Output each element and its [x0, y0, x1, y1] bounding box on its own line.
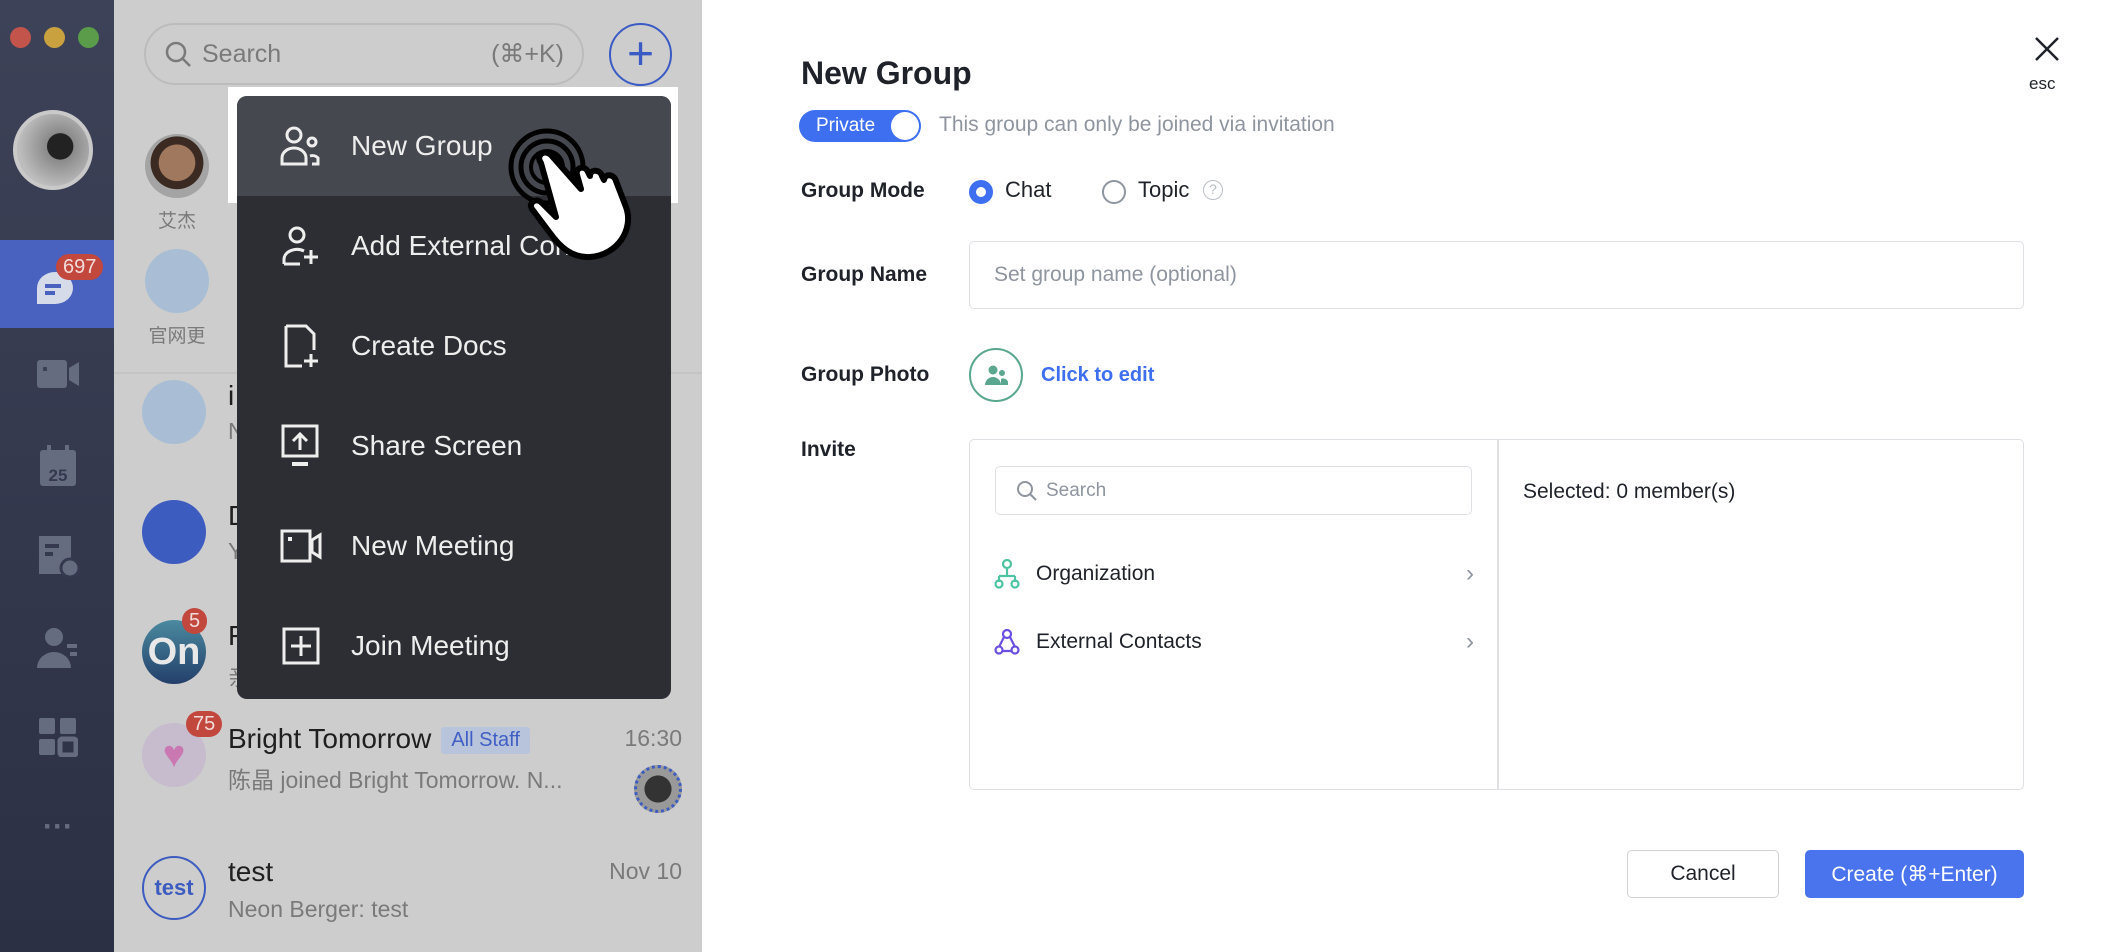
- hand-cursor-icon: [508, 128, 632, 260]
- category-organization[interactable]: Organization ›: [992, 554, 1474, 594]
- video-icon: [277, 522, 325, 570]
- search-input[interactable]: Search (⌘+K): [144, 23, 584, 85]
- unread-badge: 75: [186, 711, 223, 737]
- org-icon: [992, 559, 1022, 589]
- sidebar-item-calendar[interactable]: 25: [30, 444, 86, 488]
- category-label: External Contacts: [1036, 630, 1202, 653]
- contacts-icon: [37, 628, 77, 668]
- chat-preview: Neon Berger: test: [228, 896, 409, 922]
- menu-item-label: Join Meeting: [351, 630, 510, 661]
- add-contact-icon: [277, 222, 325, 270]
- chat-time: Nov 10: [609, 858, 682, 884]
- pinned-chat[interactable]: 官网更: [145, 249, 209, 348]
- group-icon: [277, 122, 325, 170]
- chevron-right-icon: ›: [1466, 628, 1474, 655]
- group-name-input[interactable]: [969, 241, 2024, 309]
- menu-item-label: New Group: [351, 130, 493, 161]
- chat-tag: All Staff: [441, 727, 530, 755]
- more-icon[interactable]: ···: [30, 805, 86, 849]
- apps-icon: [39, 718, 78, 757]
- avatar: [142, 380, 206, 444]
- join-meeting-icon: [277, 622, 325, 670]
- chat-title: test: [228, 856, 274, 887]
- invite-panel: Search Organization › External Contacts › …: [969, 439, 2024, 790]
- divider: [1497, 440, 1499, 789]
- video-icon: [37, 360, 79, 388]
- sidebar-item-contacts[interactable]: [30, 626, 86, 670]
- member-avatar: [634, 765, 682, 813]
- group-mode-label: Group Mode: [801, 179, 925, 202]
- chat-row[interactable]: ♥ 75 Bright Tomorrow All Staff 陈晶 joined Bri…: [142, 711, 682, 813]
- dialog-title: New Group: [801, 55, 972, 91]
- category-label: Organization: [1036, 562, 1156, 585]
- option-topic-label: Topic: [1138, 177, 1190, 202]
- chat-row[interactable]: test test Neon Berger: test Nov 10: [142, 856, 682, 950]
- group-name-label: Group Name: [801, 263, 928, 286]
- pinned-chat-name: 艾杰: [157, 211, 196, 232]
- menu-item-create-docs[interactable]: Create Docs: [237, 296, 671, 396]
- radio-topic[interactable]: [1102, 180, 1126, 204]
- close-window-button[interactable]: [10, 27, 31, 48]
- esc-hint: esc: [2029, 74, 2056, 93]
- menu-item-new-meeting[interactable]: New Meeting: [237, 496, 671, 596]
- avatar: [142, 500, 206, 564]
- search-placeholder: Search: [1046, 479, 1107, 501]
- search-shortcut: (⌘+K): [491, 40, 564, 68]
- selected-count: Selected: 0 member(s): [1523, 480, 1736, 503]
- sidebar-item-video[interactable]: [30, 352, 86, 396]
- external-contacts-icon: [992, 628, 1022, 656]
- chevron-right-icon: ›: [1466, 560, 1474, 587]
- group-icon: [985, 365, 1008, 385]
- minimize-window-button[interactable]: [44, 27, 65, 48]
- avatar: [145, 134, 209, 198]
- calendar-icon: 25: [40, 445, 76, 486]
- search-icon: [1017, 480, 1037, 501]
- chat-title: i: [228, 380, 235, 411]
- create-button[interactable]: Create (⌘+Enter): [1805, 850, 2024, 898]
- pinned-chat-name: 官网更: [148, 326, 206, 347]
- new-group-dialog: New Group esc Private This group can onl…: [702, 0, 2114, 952]
- sidebar: 697 25 ···: [0, 0, 114, 952]
- plus-button[interactable]: +: [609, 23, 672, 86]
- maximize-window-button[interactable]: [78, 27, 99, 48]
- avatar: test: [142, 856, 206, 920]
- option-chat-label: Chat: [1005, 177, 1052, 202]
- invite-search-input[interactable]: Search: [995, 466, 1472, 515]
- sidebar-item-docs[interactable]: [30, 534, 86, 578]
- svg-text:25: 25: [49, 466, 68, 485]
- share-screen-icon: [277, 422, 325, 470]
- toggle-label: Private: [816, 115, 876, 136]
- docs-icon: [39, 536, 80, 578]
- toggle-knob: [891, 112, 919, 140]
- chat-time: 16:30: [624, 725, 682, 751]
- create-doc-icon: [277, 322, 325, 370]
- close-icon[interactable]: [2032, 34, 2062, 64]
- invite-label: Invite: [801, 438, 856, 461]
- sidebar-item-chat[interactable]: 697: [0, 240, 114, 328]
- sidebar-item-apps[interactable]: [30, 715, 86, 759]
- unread-badge: 5: [182, 608, 208, 634]
- user-avatar[interactable]: [13, 110, 93, 190]
- menu-item-label: New Meeting: [351, 530, 515, 561]
- menu-item-join-meeting[interactable]: Join Meeting: [237, 596, 671, 696]
- pinned-chat[interactable]: 艾杰: [145, 134, 209, 233]
- search-icon: [165, 41, 191, 67]
- privacy-description: This group can only be joined via invita…: [939, 113, 1335, 136]
- chat-preview: 陈晶 joined Bright Tomorrow. N...: [228, 767, 563, 793]
- cancel-button[interactable]: Cancel: [1627, 850, 1779, 898]
- category-external-contacts[interactable]: External Contacts ›: [992, 622, 1474, 662]
- help-icon[interactable]: ?: [1203, 180, 1223, 200]
- search-placeholder: Search: [202, 39, 282, 68]
- avatar: [145, 249, 209, 313]
- group-photo-button[interactable]: [969, 348, 1023, 402]
- menu-item-label: Create Docs: [351, 330, 507, 361]
- chat-title: Bright Tomorrow: [228, 723, 432, 754]
- radio-chat[interactable]: [969, 180, 993, 204]
- unread-badge: 697: [56, 254, 104, 280]
- menu-item-share-screen[interactable]: Share Screen: [237, 396, 671, 496]
- click-to-edit-link[interactable]: Click to edit: [1041, 364, 1154, 387]
- private-toggle[interactable]: Private: [799, 110, 921, 142]
- group-photo-label: Group Photo: [801, 363, 930, 386]
- menu-item-label: Share Screen: [351, 430, 523, 461]
